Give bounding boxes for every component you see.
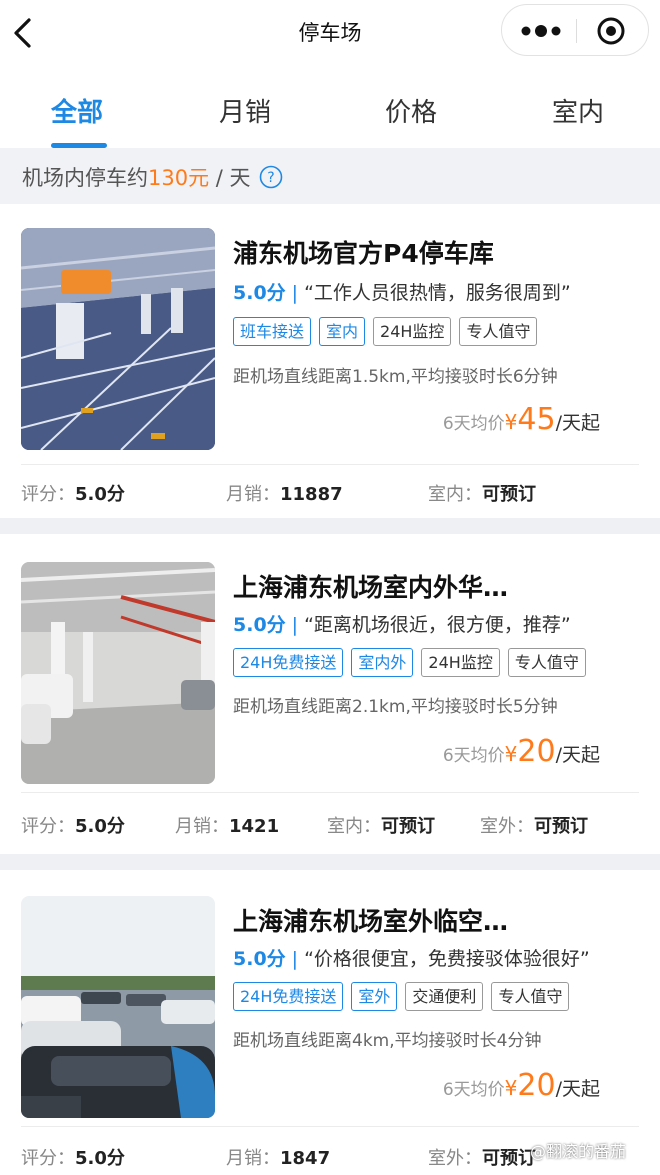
- price-value: 45: [517, 402, 556, 437]
- tag-item: 班车接送: [233, 317, 312, 346]
- rating-separator: |: [291, 948, 299, 970]
- stat-monthly-sales: 月销：1421: [175, 816, 280, 837]
- stat-outdoor: 室外：可预订: [480, 816, 588, 837]
- card-separator: [0, 854, 660, 870]
- stat-rating: 评分：5.0分: [21, 816, 125, 837]
- stat-indoor: 室内：可预订: [428, 484, 536, 505]
- card-separator: [0, 518, 660, 534]
- price-prefix: 6天均价: [442, 746, 505, 766]
- parking-card[interactable]: 浦东机场官方P4停车库 5.0分 | “工作人员很热情，服务很周到” 班车接送 室内 2…: [0, 204, 660, 518]
- distance-info: 距机场直线距离2.1km,平均接驳时长5分钟: [233, 697, 558, 717]
- currency-symbol: ¥: [504, 410, 518, 434]
- price-notice: 机场内停车约130元 / 天?: [0, 148, 660, 204]
- card-divider: [21, 464, 639, 465]
- rating-line: 5.0分 | “工作人员很热情，服务很周到”: [233, 278, 571, 305]
- feature-tags: 班车接送 室内 24H监控 专人值守: [233, 317, 545, 346]
- notice-price: 130元: [148, 166, 210, 190]
- parking-photo-indoor-outdoor: [21, 562, 215, 784]
- stat-monthly-sales: 月销：1847: [226, 1148, 331, 1169]
- tab-monthly-sales[interactable]: 月销: [219, 92, 271, 129]
- notice-prefix: 机场内停车约: [22, 166, 148, 190]
- currency-symbol: ¥: [504, 742, 518, 766]
- tag-item: 交通便利: [405, 982, 484, 1011]
- tag-item: 24H监控: [373, 317, 452, 346]
- watermark: @翻滚的番茄: [530, 1142, 627, 1161]
- rating-separator: |: [291, 282, 299, 304]
- rating-separator: |: [291, 614, 299, 636]
- tab-indoor[interactable]: 室内: [552, 92, 604, 129]
- stat-rating: 评分：5.0分: [21, 1148, 125, 1169]
- rating-score: 5.0分: [233, 614, 286, 636]
- rating-line: 5.0分 | “价格很便宜，免费接驳体验很好”: [233, 944, 590, 971]
- feature-tags: 24H免费接送 室内外 24H监控 专人值守: [233, 648, 594, 677]
- tag-item: 专人值守: [459, 317, 538, 346]
- price-suffix: /天起: [555, 744, 600, 766]
- review-quote: “距离机场很近，很方便，推荐”: [304, 614, 571, 636]
- parking-title: 上海浦东机场室内外华…: [233, 573, 509, 602]
- tag-item: 24H免费接送: [233, 648, 344, 677]
- distance-info: 距机场直线距离4km,平均接驳时长4分钟: [233, 1031, 542, 1051]
- parking-card[interactable]: 上海浦东机场室内外华… 5.0分 | “距离机场很近，很方便，推荐” 24H免费接送…: [0, 534, 660, 854]
- rating-score: 5.0分: [233, 282, 286, 304]
- tab-all[interactable]: 全部: [51, 92, 103, 129]
- price-value: 20: [517, 734, 556, 769]
- rating-score: 5.0分: [233, 948, 286, 970]
- tag-item: 24H监控: [421, 648, 500, 677]
- price-line: 6天均价¥45/天起: [443, 402, 600, 437]
- parking-photo-indoor-garage: [21, 228, 215, 450]
- tag-item: 室内外: [351, 648, 414, 677]
- tag-item: 专人值守: [507, 648, 586, 677]
- price-prefix: 6天均价: [442, 414, 505, 434]
- stat-outdoor: 室外：可预订: [428, 1148, 536, 1169]
- tag-item: 室内: [319, 317, 366, 346]
- tag-item: 室外: [351, 982, 398, 1011]
- mini-program-capsule: [501, 4, 649, 56]
- help-question-icon[interactable]: ?: [259, 165, 283, 189]
- card-divider: [21, 792, 639, 793]
- rating-line: 5.0分 | “距离机场很近，很方便，推荐”: [233, 610, 571, 637]
- price-line: 6天均价¥20/天起: [443, 734, 600, 769]
- price-suffix: /天起: [555, 412, 600, 434]
- nav-bar: 停车场: [0, 0, 660, 66]
- stat-rating: 评分：5.0分: [21, 484, 125, 505]
- price-value: 20: [517, 1068, 556, 1103]
- tag-item: 专人值守: [491, 982, 570, 1011]
- stats-row: 评分：5.0分 月销：1421 室内：可预订 室外：可预订: [0, 812, 660, 842]
- more-dots-icon[interactable]: [516, 15, 566, 47]
- price-prefix: 6天均价: [442, 1080, 505, 1100]
- svg-text:?: ?: [267, 170, 274, 186]
- price-suffix: /天起: [555, 1078, 600, 1100]
- stats-row: 评分：5.0分 月销：11887 室内：可预订: [0, 480, 660, 510]
- review-quote: “工作人员很热情，服务很周到”: [304, 282, 571, 304]
- tab-price[interactable]: 价格: [385, 92, 437, 129]
- card-divider: [21, 1126, 639, 1127]
- review-quote: “价格很便宜，免费接驳体验很好”: [304, 948, 590, 970]
- distance-info: 距机场直线距离1.5km,平均接驳时长6分钟: [233, 367, 558, 387]
- price-line: 6天均价¥20/天起: [443, 1068, 600, 1103]
- filter-tabs: 全部 月销 价格 室内: [0, 66, 660, 148]
- close-target-icon[interactable]: [594, 15, 628, 47]
- notice-suffix: / 天: [209, 166, 251, 190]
- parking-photo-outdoor-lot: [21, 896, 215, 1118]
- stat-monthly-sales: 月销：11887: [226, 484, 343, 505]
- parking-title: 浦东机场官方P4停车库: [233, 239, 494, 268]
- currency-symbol: ¥: [504, 1076, 518, 1100]
- feature-tags: 24H免费接送 室外 交通便利 专人值守: [233, 982, 577, 1011]
- tag-item: 24H免费接送: [233, 982, 344, 1011]
- parking-title: 上海浦东机场室外临空…: [233, 907, 509, 936]
- capsule-divider: [576, 19, 577, 43]
- stat-indoor: 室内：可预订: [327, 816, 435, 837]
- parking-card[interactable]: 上海浦东机场室外临空… 5.0分 | “价格很便宜，免费接驳体验很好” 24H免费接…: [0, 870, 660, 1175]
